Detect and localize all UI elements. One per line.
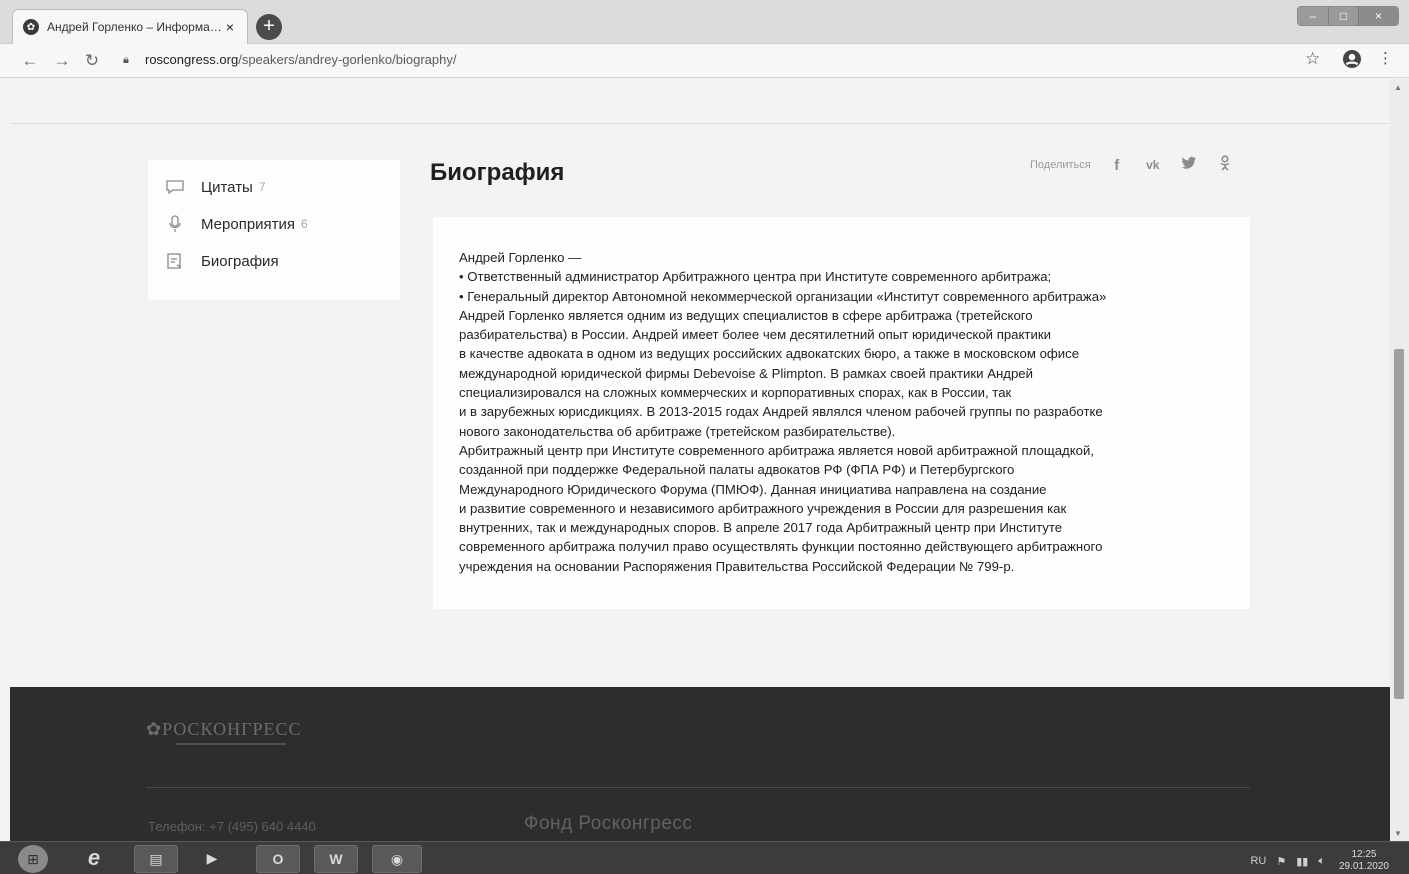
- bio-line: нового законодательства об арбитраже (тр…: [459, 423, 896, 439]
- window-close-button[interactable]: ×: [1358, 7, 1398, 25]
- page-scrollbar[interactable]: ▲ ▼: [1390, 79, 1409, 841]
- browser-toolbar: ← → ↻ 🔒︎ roscongress.org/speakers/andrey…: [0, 44, 1409, 78]
- biography-text: Андрей Горленко — • Ответственный админи…: [459, 248, 1239, 576]
- facebook-icon[interactable]: f: [1107, 157, 1127, 174]
- logo-text: РОСКОНГРЕСС: [162, 719, 302, 739]
- bio-line: Андрей Горленко —: [459, 250, 582, 265]
- logo-underline: [176, 743, 286, 745]
- sidebar-item-quotes[interactable]: Цитаты 7: [164, 178, 266, 196]
- speaker-sidebar: Цитаты 7 Мероприятия 6 Биография: [148, 160, 400, 300]
- bio-line: созданной при поддержке Федеральной пала…: [459, 462, 1015, 478]
- sidebar-item-label: Мероприятия: [201, 215, 296, 233]
- browser-tabstrip: ✿ Андрей Горленко – Информа… × + – □ ×: [0, 0, 1409, 44]
- bio-line: и в зарубежных юрисдикциях. В 2013-2015 …: [459, 404, 1103, 420]
- bio-line: • Генеральный директор Автономной некомм…: [459, 288, 1107, 304]
- clock-time: 12:25: [1351, 849, 1377, 860]
- tab-title: Андрей Горленко – Информа…: [47, 20, 221, 34]
- bio-line: разбирательства) в России. Андрей имеет …: [459, 327, 1051, 343]
- page-content: Цитаты 7 Мероприятия 6 Биография Биограф…: [0, 79, 1390, 841]
- sidebar-item-count: 7: [258, 180, 266, 194]
- vk-icon[interactable]: vk: [1143, 158, 1163, 172]
- forward-arrow-icon[interactable]: →: [50, 49, 74, 73]
- file-explorer-icon[interactable]: ▤: [134, 845, 178, 873]
- roscongress-favicon-icon: ✿: [23, 19, 39, 35]
- clock-date: 29.01.2020: [1338, 861, 1389, 872]
- scroll-thumb[interactable]: [1394, 349, 1404, 699]
- sidebar-item-biography[interactable]: Биография: [164, 252, 279, 270]
- sidebar-item-label: Цитаты: [201, 178, 253, 196]
- url-domain: roscongress.org: [145, 52, 239, 67]
- minimize-button[interactable]: –: [1298, 7, 1328, 25]
- roscongress-logo[interactable]: ✿РОСКОНГРЕСС: [146, 719, 302, 740]
- page-title: Биография: [430, 159, 565, 186]
- clock[interactable]: 12:25 29.01.2020: [1339, 849, 1389, 873]
- twitter-icon[interactable]: [1179, 156, 1199, 174]
- footer-fund-title: Фонд Росконгресс: [524, 813, 693, 834]
- menu-kebab-icon[interactable]: ⋮: [1378, 49, 1393, 67]
- bio-line: в качестве адвоката в одном из ведущих р…: [459, 346, 1080, 362]
- word-icon[interactable]: W: [314, 845, 358, 873]
- sidebar-item-label: Биография: [201, 252, 279, 270]
- footer-phone: Телефон: +7 (495) 640 4440: [148, 819, 316, 834]
- language-indicator[interactable]: RU: [1250, 855, 1266, 867]
- bio-line: и развитие современного и независимого а…: [459, 500, 1067, 516]
- bio-line: современного арбитража получил право осу…: [459, 539, 1103, 555]
- windows-taskbar: ⊞ e ▤ ▶ O W ◉ RU ⚑ ▮▮ 🔈︎ 12:25 29.01.202…: [0, 841, 1409, 874]
- tab-close-icon[interactable]: ×: [221, 19, 239, 35]
- system-tray: RU ⚑ ▮▮ 🔈︎ 12:25 29.01.2020: [1240, 849, 1389, 873]
- biography-card: Андрей Горленко — • Ответственный админи…: [433, 217, 1250, 609]
- biography-icon: [164, 252, 186, 270]
- lock-icon: 🔒︎: [123, 54, 129, 66]
- header-divider: [10, 123, 1390, 124]
- volume-icon[interactable]: 🔈︎: [1318, 855, 1325, 868]
- sidebar-item-count: 6: [301, 217, 308, 231]
- screen: ✿ Андрей Горленко – Информа… × + – □ × ←…: [0, 0, 1409, 874]
- bio-line: • Ответственный администратор Арбитражно…: [459, 269, 1052, 285]
- network-icon[interactable]: ▮▮: [1296, 855, 1308, 868]
- bio-line: Арбитражный центр при Институте современ…: [459, 442, 1095, 458]
- maximize-button[interactable]: □: [1328, 7, 1358, 25]
- odnoklassniki-icon[interactable]: [1215, 155, 1235, 175]
- microphone-icon: [164, 215, 186, 233]
- media-player-icon[interactable]: ▶: [190, 845, 234, 873]
- bio-line: учреждения на основании Распоряжения Пра…: [459, 558, 1015, 574]
- address-bar[interactable]: roscongress.org/speakers/andrey-gorlenko…: [145, 52, 456, 67]
- profile-icon[interactable]: [1342, 49, 1362, 74]
- quote-icon: [164, 178, 186, 196]
- site-footer: ✿РОСКОНГРЕСС Телефон: +7 (495) 640 4440 …: [10, 687, 1390, 841]
- flag-icon[interactable]: ⚑: [1276, 855, 1286, 868]
- footer-divider: [146, 787, 1250, 788]
- share-label: Поделиться: [1030, 159, 1091, 171]
- chrome-icon[interactable]: ◉: [372, 845, 422, 873]
- bookmark-star-icon[interactable]: ☆: [1305, 49, 1320, 69]
- sidebar-item-events[interactable]: Мероприятия 6: [164, 215, 308, 233]
- bio-line: специализировался на сложных коммерчески…: [459, 385, 1012, 401]
- new-tab-button[interactable]: +: [256, 14, 282, 40]
- outlook-icon[interactable]: O: [256, 845, 300, 873]
- bio-line: Международного Юридического Форума (ПМЮФ…: [459, 481, 1047, 497]
- window-controls: – □ ×: [1297, 6, 1399, 26]
- share-bar: Поделиться f vk: [1030, 155, 1251, 175]
- url-path: /speakers/andrey-gorlenko/biography/: [238, 52, 457, 67]
- reload-icon[interactable]: ↻: [80, 49, 104, 73]
- bio-line: международной юридической фирмы Debevois…: [459, 365, 1034, 381]
- start-button-icon[interactable]: ⊞: [18, 845, 48, 873]
- scroll-up-arrow-icon[interactable]: ▲: [1394, 83, 1402, 92]
- internet-explorer-icon[interactable]: e: [72, 845, 116, 873]
- back-arrow-icon[interactable]: ←: [18, 49, 42, 73]
- browser-tab[interactable]: ✿ Андрей Горленко – Информа… ×: [12, 9, 248, 44]
- bio-line: Андрей Горленко является одним из ведущи…: [459, 307, 1033, 323]
- bio-line: внутренних, так и международных споров. …: [459, 520, 1063, 536]
- scroll-down-arrow-icon[interactable]: ▼: [1394, 829, 1402, 838]
